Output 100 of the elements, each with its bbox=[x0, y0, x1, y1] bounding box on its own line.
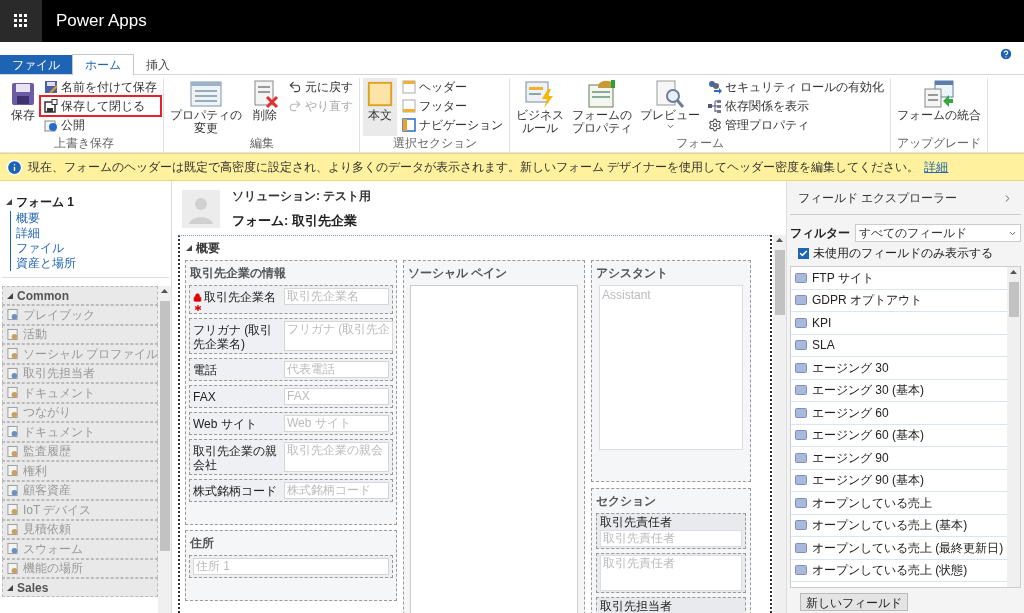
info-icon bbox=[6, 158, 23, 176]
form-field[interactable]: Web サイト Web サイト bbox=[189, 412, 393, 435]
details-link[interactable]: 詳細 bbox=[924, 158, 949, 176]
scrollbar[interactable] bbox=[158, 286, 171, 613]
scroll-up-icon bbox=[161, 289, 168, 293]
field-icon bbox=[795, 497, 807, 508]
ribbon-button[interactable]: セキュリティ ロールの有効化 bbox=[705, 78, 888, 96]
expanded-triangle-icon bbox=[186, 245, 192, 251]
avatar-icon bbox=[182, 190, 220, 228]
form-field[interactable]: FAX FAX bbox=[189, 385, 393, 408]
field-label: 取引先責任者 bbox=[600, 515, 673, 530]
check-icon bbox=[799, 248, 808, 258]
panel-title: フィールド エクスプローラー bbox=[798, 190, 958, 207]
scrollbar[interactable] bbox=[1007, 267, 1020, 587]
field-item[interactable]: エージング 60 (基本) bbox=[791, 424, 1007, 447]
field-item[interactable]: KPI bbox=[791, 312, 1007, 335]
field-item[interactable]: オープンしている売上 bbox=[791, 492, 1007, 515]
form-field[interactable]: フリガナ (取引先企業名) フリガナ (取引先企 bbox=[189, 318, 393, 354]
field-item[interactable]: エージング 90 bbox=[791, 447, 1007, 470]
redo-icon bbox=[288, 99, 302, 113]
expanded-triangle-icon bbox=[7, 584, 13, 591]
tree-link[interactable]: 詳細 bbox=[11, 226, 165, 241]
scroll-up-icon bbox=[776, 238, 783, 242]
expanded-triangle-icon bbox=[6, 199, 12, 205]
ribbon-group-label: 選択セクション bbox=[391, 136, 478, 152]
ribbon-button[interactable]: プレビュー bbox=[637, 78, 703, 136]
filter-dropdown[interactable]: すべてのフィールド bbox=[855, 224, 1021, 242]
tree-link[interactable]: ファイル bbox=[11, 241, 165, 256]
field-item[interactable]: エージング 30 bbox=[791, 357, 1007, 380]
component-icon bbox=[7, 366, 19, 380]
tree-node[interactable]: フォーム 1 bbox=[6, 193, 74, 211]
scroll-up-icon bbox=[1010, 270, 1017, 274]
component-group-header[interactable]: Sales bbox=[2, 578, 158, 597]
field-item[interactable]: オープンしている売上 (状態) bbox=[791, 559, 1007, 582]
scrollbar-thumb[interactable] bbox=[774, 250, 785, 315]
field-icon bbox=[795, 385, 807, 396]
navigation-layout-icon bbox=[402, 118, 416, 132]
scrollbar-thumb[interactable] bbox=[159, 301, 170, 551]
new-field-button[interactable]: 新しいフィールド bbox=[800, 593, 908, 611]
field-item[interactable]: GDPR オプトアウト bbox=[791, 289, 1007, 312]
ribbon-button[interactable]: フォームの統合 bbox=[894, 78, 985, 136]
ribbon-button[interactable]: フォームの プロパティ bbox=[569, 78, 635, 136]
field-item[interactable]: FTP サイト bbox=[791, 267, 1007, 290]
ribbon-button[interactable]: フッター bbox=[399, 97, 506, 115]
form-tab-header[interactable]: 概要 bbox=[180, 239, 226, 257]
users-arrow-icon bbox=[708, 80, 722, 94]
field-item[interactable]: エージング 90 (基本) bbox=[791, 469, 1007, 492]
ribbon-button[interactable]: プロパティの 変更 bbox=[167, 78, 245, 136]
app-title: Power Apps bbox=[56, 10, 147, 33]
ribbon-button[interactable]: 保存して閉じる bbox=[41, 97, 160, 115]
form-name: フォーム: 取引先企業 bbox=[232, 212, 358, 231]
ribbon-button[interactable]: 管理プロパティ bbox=[705, 116, 888, 134]
field-label: フリガナ (取引先企業名) bbox=[193, 322, 274, 351]
ribbon-group-label: 編集 bbox=[248, 136, 275, 152]
form-field[interactable]: 取引先企業の親会社 取引先企業の親会 bbox=[189, 439, 393, 475]
ribbon-button[interactable]: 公開 bbox=[41, 116, 160, 134]
ribbon-button[interactable]: 削除 bbox=[247, 78, 283, 136]
ribbon-button[interactable]: ビジネス ルール bbox=[513, 78, 567, 136]
field-icon bbox=[795, 452, 807, 463]
ribbon-group-label: 上書き保存 bbox=[52, 136, 115, 152]
lock-icon bbox=[193, 292, 202, 302]
ribbon-button[interactable]: 元に戻す bbox=[285, 78, 356, 96]
component-icon bbox=[7, 386, 19, 400]
scrollbar-thumb[interactable] bbox=[1008, 282, 1019, 317]
ribbon-button[interactable]: ナビゲーション bbox=[399, 116, 506, 134]
ribbon-button[interactable]: 本文 bbox=[363, 78, 397, 136]
solution-name: ソリューション: テスト用 bbox=[232, 188, 372, 206]
form-field[interactable]: 株式銘柄コード 株式銘柄コード bbox=[189, 479, 393, 502]
scrollbar[interactable] bbox=[773, 235, 786, 613]
component-icon bbox=[7, 464, 19, 478]
field-item[interactable]: エージング 60 bbox=[791, 402, 1007, 425]
ribbon-tab[interactable]: 挿入 bbox=[134, 55, 182, 74]
field-item[interactable]: エージング 30 (基本) bbox=[791, 379, 1007, 402]
field-item[interactable]: オープンしている売上 (最終更新日) bbox=[791, 537, 1007, 560]
field-item[interactable]: SLA bbox=[791, 334, 1007, 357]
tree-link[interactable]: 概要 bbox=[11, 211, 165, 226]
ribbon-tab[interactable]: ファイル bbox=[0, 55, 72, 74]
unused-only-checkbox[interactable]: 未使用のフィールドのみ表示する bbox=[798, 244, 1021, 262]
expanded-triangle-icon bbox=[7, 292, 13, 299]
app-launcher-button[interactable] bbox=[0, 0, 42, 42]
component-group-header[interactable]: Common bbox=[2, 286, 158, 305]
component-icon bbox=[7, 327, 19, 341]
ribbon-button[interactable]: ヘッダー bbox=[399, 78, 506, 96]
form-field[interactable]: 電話 代表電話 bbox=[189, 358, 393, 381]
tree-link[interactable]: 資産と場所 bbox=[11, 256, 165, 271]
component-icon bbox=[7, 522, 19, 536]
form-field[interactable]: 取引先責任者 取引先責任者 bbox=[596, 513, 746, 549]
section-layout-icon bbox=[402, 99, 416, 113]
ribbon-tab[interactable]: ホーム bbox=[72, 54, 134, 75]
field-item[interactable]: オープンしている売上 (基本) bbox=[791, 514, 1007, 537]
form-field[interactable]: 取引先企業名 取引先企業名 bbox=[189, 285, 393, 314]
component-icon bbox=[7, 542, 19, 556]
ribbon-button[interactable]: 名前を付けて保存 bbox=[41, 78, 160, 96]
ribbon-button[interactable]: 依存関係を表示 bbox=[705, 97, 888, 115]
help-icon[interactable] bbox=[999, 47, 1013, 61]
field-label: FAX bbox=[193, 389, 217, 404]
component-icon bbox=[7, 347, 19, 361]
form-field[interactable]: 取引先担当者 bbox=[596, 597, 746, 613]
ribbon-button[interactable]: 保存 bbox=[7, 78, 39, 136]
field-label: Web サイト bbox=[193, 416, 258, 431]
